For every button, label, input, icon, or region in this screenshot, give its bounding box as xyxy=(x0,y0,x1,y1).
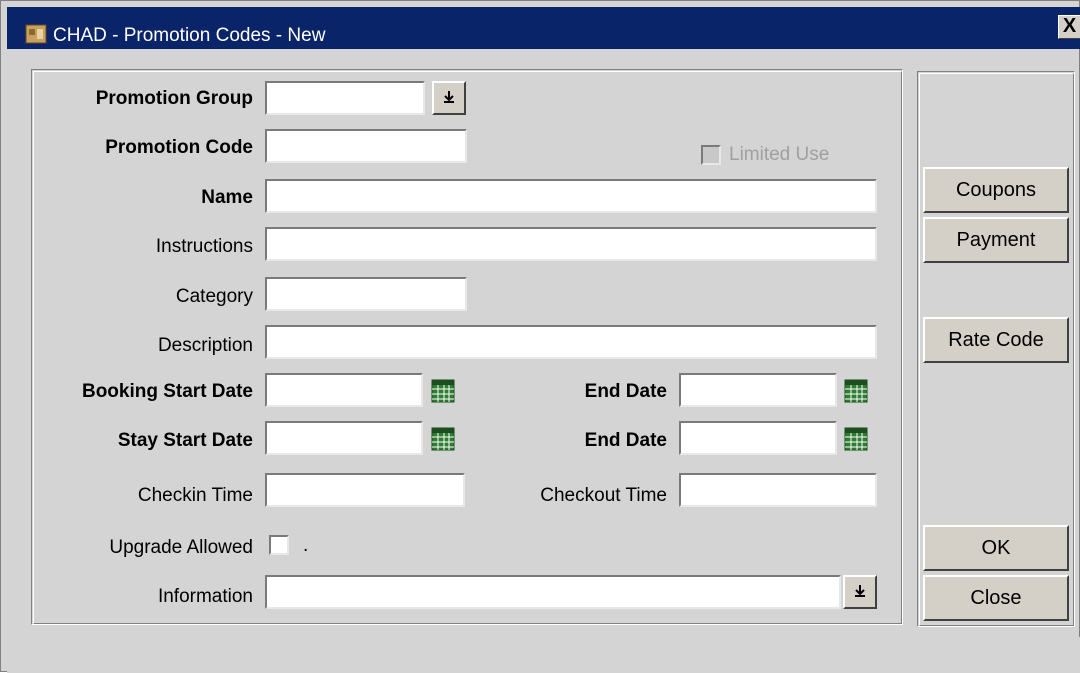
upgrade-allowed-dot: . xyxy=(303,535,309,556)
app-icon xyxy=(25,24,47,44)
stay-start-date-input[interactable] xyxy=(265,421,423,455)
checkout-time-input[interactable] xyxy=(679,473,877,507)
information-label: Information xyxy=(157,586,253,607)
name-label: Name xyxy=(201,187,253,208)
coupons-button[interactable]: Coupons xyxy=(923,167,1069,213)
payment-button[interactable]: Payment xyxy=(923,217,1069,263)
promotion-codes-window: CHAD - Promotion Codes - New X Promotion… xyxy=(0,0,1080,673)
limited-use-label: Limited Use xyxy=(729,144,830,165)
promotion-code-label: Promotion Code xyxy=(105,137,253,158)
arrow-down-icon xyxy=(855,584,865,597)
stay-start-date-label: Stay Start Date xyxy=(117,430,253,451)
calendar-icon[interactable] xyxy=(431,379,455,403)
booking-end-date-label: End Date xyxy=(584,381,667,402)
promotion-group-dropdown-button[interactable] xyxy=(432,81,466,115)
calendar-icon[interactable] xyxy=(844,379,868,403)
checkin-time-label: Checkin Time xyxy=(137,485,253,506)
rate-code-button[interactable]: Rate Code xyxy=(923,317,1069,363)
booking-start-date-label: Booking Start Date xyxy=(81,381,253,402)
information-dropdown-button[interactable] xyxy=(843,575,877,609)
booking-start-date-input[interactable] xyxy=(265,373,423,407)
limited-use-checkbox[interactable] xyxy=(701,145,721,165)
checkout-time-label: Checkout Time xyxy=(540,485,667,506)
calendar-icon[interactable] xyxy=(431,427,455,451)
upgrade-allowed-checkbox[interactable] xyxy=(269,535,289,555)
name-input[interactable] xyxy=(265,179,877,213)
instructions-input[interactable] xyxy=(265,227,877,261)
ok-button[interactable]: OK xyxy=(923,525,1069,571)
description-label: Description xyxy=(157,335,253,356)
category-label: Category xyxy=(175,286,253,307)
title-bar: CHAD - Promotion Codes - New xyxy=(7,7,1080,49)
promotion-group-label: Promotion Group xyxy=(95,88,253,109)
booking-end-date-input[interactable] xyxy=(679,373,837,407)
description-input[interactable] xyxy=(265,325,877,359)
calendar-icon[interactable] xyxy=(844,427,868,451)
category-input[interactable] xyxy=(265,277,467,311)
upgrade-allowed-label: Upgrade Allowed xyxy=(109,537,253,558)
stay-end-date-input[interactable] xyxy=(679,421,837,455)
close-button[interactable]: Close xyxy=(923,575,1069,621)
status-bar xyxy=(7,637,1080,673)
promotion-code-input[interactable] xyxy=(265,129,467,163)
stay-end-date-label: End Date xyxy=(584,430,667,451)
close-window-button[interactable]: X xyxy=(1058,15,1080,39)
checkin-time-input[interactable] xyxy=(265,473,465,507)
promotion-group-input[interactable] xyxy=(265,81,425,115)
arrow-down-icon xyxy=(444,90,454,103)
instructions-label: Instructions xyxy=(155,236,253,257)
information-input[interactable] xyxy=(265,575,841,609)
window-title: CHAD - Promotion Codes - New xyxy=(53,25,326,46)
